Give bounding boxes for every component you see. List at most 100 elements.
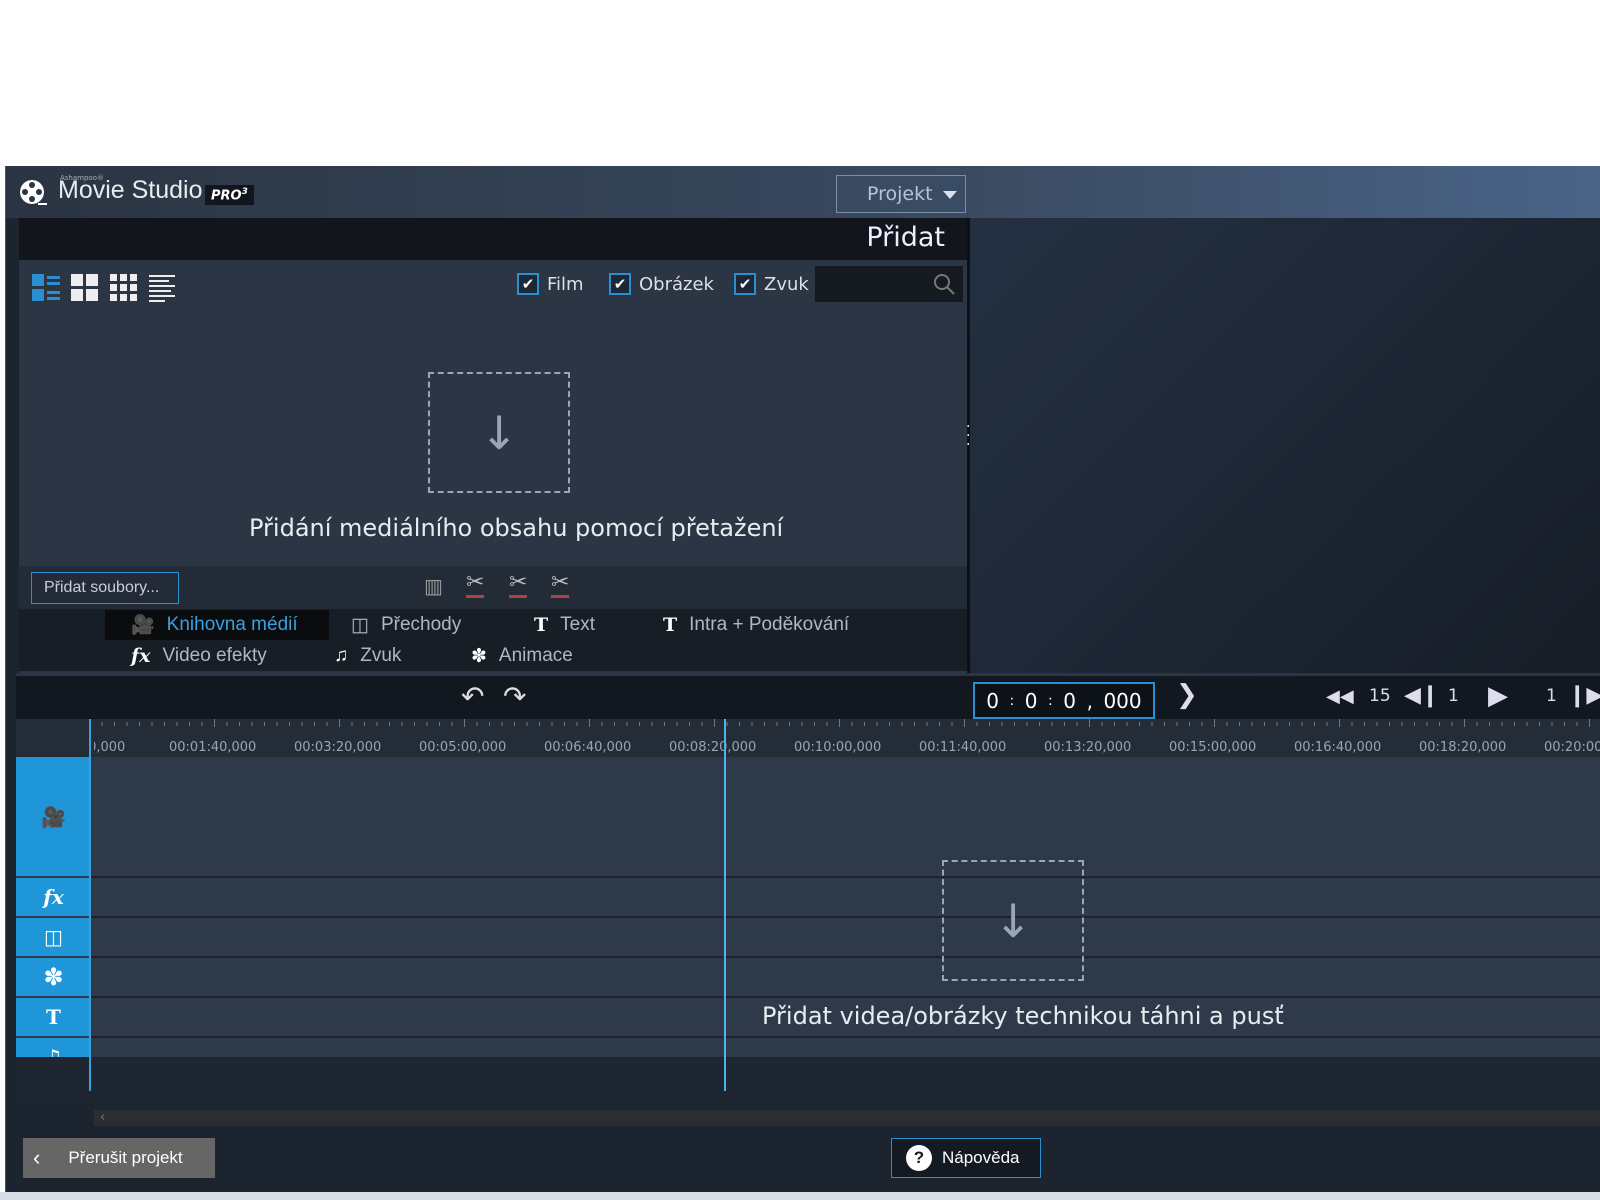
scissors-split-icon[interactable]: ✂ <box>509 570 528 598</box>
ruler-tick <box>1289 722 1290 726</box>
ruler-tick-label: 00:18:20,000 <box>1419 740 1507 755</box>
transition-icon: ◫ <box>351 614 369 636</box>
timeline-drop-zone[interactable]: ↓ <box>942 860 1084 981</box>
text-icon: T <box>663 614 678 636</box>
scissors-cut-icon[interactable]: ✂ <box>466 570 485 598</box>
timeline-tracks[interactable]: 🎥 fx ◫ ✽ T ♫ ↓ Přidat videa/obrázky tech… <box>16 757 1600 1076</box>
ruler-tick <box>114 722 115 726</box>
large-grid-icon[interactable] <box>71 274 99 302</box>
ruler-tick <box>1551 722 1553 726</box>
search-input[interactable] <box>815 266 963 302</box>
ruler-tick <box>464 719 465 727</box>
tab-intro-credits[interactable]: T Intra + Poděkování <box>663 610 849 640</box>
help-button[interactable]: ? Nápověda <box>891 1138 1041 1178</box>
ruler-tick <box>776 722 778 726</box>
tab-transitions[interactable]: ◫ Přechody <box>351 610 461 640</box>
ruler-tick <box>314 722 315 726</box>
filter-film-checkbox[interactable]: ✔ Film <box>517 273 584 295</box>
projekt-menu-button[interactable]: Projekt <box>836 175 966 213</box>
scissors-trim-icon[interactable]: ✂ <box>551 570 570 598</box>
go-to-time-icon[interactable]: ❯ <box>1176 680 1198 710</box>
ruler-tick <box>1189 722 1190 726</box>
add-files-button[interactable]: Přidat soubory... <box>31 572 179 604</box>
ruler-tick <box>401 722 403 726</box>
panel-resize-handle[interactable]: · · · <box>966 420 970 452</box>
ruler-tick <box>251 722 253 726</box>
camera-icon: 🎥 <box>131 615 155 636</box>
ruler-tick-label: 00:01:40,000 <box>169 740 257 755</box>
tab-video-effects[interactable]: fx Video efekty <box>131 641 267 671</box>
ruler-tick <box>914 722 915 726</box>
frame-back-step: 1 <box>1448 686 1459 706</box>
ruler-tick <box>851 722 853 726</box>
track-divider <box>91 996 1600 998</box>
rewind-icon[interactable]: ◀◀ <box>1326 686 1354 707</box>
tab-animation[interactable]: ✽ Animace <box>471 641 573 671</box>
ruler-tick <box>1251 722 1253 726</box>
ruler-tick <box>176 722 178 726</box>
ruler-tick <box>1451 722 1453 726</box>
ruler-tick <box>1164 722 1165 726</box>
ruler-tick-label: 00:16:40,000 <box>1294 740 1382 755</box>
undo-icon[interactable]: ↶ <box>461 680 484 713</box>
panel-title: Přidat <box>866 222 945 253</box>
frame-back-icon[interactable]: ◀❙ <box>1404 683 1439 708</box>
tab-media-library[interactable]: 🎥 Knihovna médií <box>105 610 329 640</box>
ruler-tick <box>1576 722 1578 726</box>
time-input[interactable]: 0:0:0, 000 <box>973 682 1155 719</box>
ruler-tick <box>476 722 478 726</box>
track-video-header[interactable]: 🎥 <box>16 757 91 876</box>
ruler-tick <box>439 722 440 726</box>
ruler-tick <box>676 722 678 726</box>
play-icon[interactable]: ▶ <box>1488 681 1508 711</box>
ruler-tick <box>789 722 790 726</box>
ruler-tick <box>526 722 528 726</box>
ruler-tick <box>351 722 353 726</box>
ruler-tick <box>1514 722 1515 726</box>
library-tabs: 🎥 Knihovna médií ◫ Přechody T Text T Intra +… <box>19 609 967 671</box>
ruler-tick <box>301 722 303 726</box>
tab-audio[interactable]: ♫ Zvuk <box>334 641 401 671</box>
filter-zvuk-checkbox[interactable]: ✔ Zvuk <box>734 273 809 295</box>
small-grid-icon[interactable] <box>110 274 138 302</box>
scroll-left-icon[interactable]: ‹ <box>100 1110 105 1125</box>
ruler-tick <box>539 722 540 726</box>
track-transitions-header[interactable]: ◫ <box>16 918 91 956</box>
ruler-tick <box>1401 722 1403 726</box>
details-view-icon[interactable] <box>149 274 177 302</box>
checkmark-icon: ✔ <box>517 273 539 295</box>
tab-text[interactable]: T Text <box>534 610 595 640</box>
track-animation-header[interactable]: ✽ <box>16 958 91 996</box>
ruler-tick <box>1301 722 1303 726</box>
ruler-tick <box>326 722 328 726</box>
ruler-tick <box>564 722 565 726</box>
ruler-tick <box>576 722 578 726</box>
filter-obrazek-checkbox[interactable]: ✔ Obrázek <box>609 273 714 295</box>
ruler-tick <box>839 719 840 727</box>
ruler-tick <box>551 722 553 726</box>
playhead[interactable] <box>724 719 726 1091</box>
timeline-scrollbar[interactable]: ‹ <box>94 1110 1600 1126</box>
cancel-project-button[interactable]: ‹ Přerušit projekt <box>23 1138 215 1178</box>
ruler-tick <box>1564 722 1565 726</box>
media-drop-zone[interactable]: ↓ <box>428 372 570 493</box>
panel-toolbar: Přidat soubory... ▥ ✂ ✂ ✂ <box>19 566 967 609</box>
list-view-icon[interactable] <box>32 274 60 302</box>
ruler-tick <box>1414 722 1415 726</box>
ruler-tick <box>1264 722 1265 726</box>
transition-icon: ◫ <box>44 925 63 949</box>
ruler-tick <box>826 722 828 726</box>
ruler-tick <box>1439 722 1440 726</box>
track-text-header[interactable]: T <box>16 998 91 1036</box>
film-clip-icon[interactable]: ▥ <box>424 574 443 598</box>
ruler-tick <box>626 722 628 726</box>
track-effects-header[interactable]: fx <box>16 878 91 916</box>
ruler-tick <box>126 722 128 726</box>
timeline-ruler[interactable]: 00:00:00,000 00:01:40,000 00:03:20,000 0… <box>16 719 1600 757</box>
frame-forward-icon[interactable]: ❙▶ <box>1568 683 1600 708</box>
flower-icon: ✽ <box>43 963 64 991</box>
ruler-tick-label: 00:08:20,000 <box>669 740 757 755</box>
ruler-tick <box>414 722 415 726</box>
text-icon: T <box>46 1005 61 1029</box>
redo-icon[interactable]: ↷ <box>503 680 526 713</box>
